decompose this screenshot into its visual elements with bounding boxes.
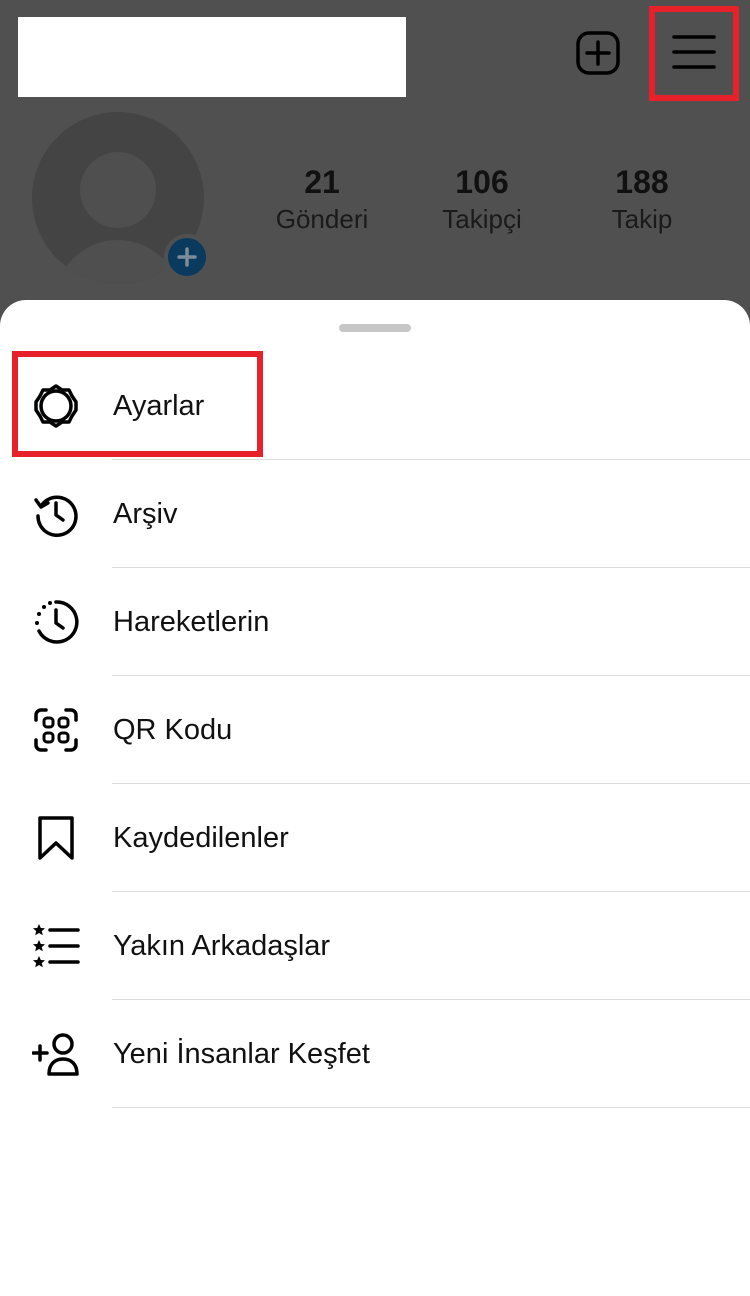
bookmark-icon — [32, 814, 80, 862]
archive-history-icon — [32, 490, 80, 538]
stat-following[interactable]: 188 Takip — [572, 162, 712, 236]
close-friends-list-icon — [32, 922, 80, 970]
menu-item-archive[interactable]: Arşiv — [0, 460, 750, 568]
stat-following-value: 188 — [615, 164, 669, 200]
add-story-button[interactable] — [164, 234, 210, 280]
highlight-frame-menu — [649, 6, 739, 101]
menu-item-label: Hareketlerin — [113, 606, 270, 638]
stat-posts-value: 21 — [304, 164, 340, 200]
avatar-body-shape — [54, 240, 182, 284]
stat-followers-value: 106 — [455, 164, 509, 200]
highlight-frame-settings — [12, 351, 263, 457]
stat-posts[interactable]: 21 Gönderi — [252, 162, 392, 236]
plus-square-icon — [576, 31, 620, 75]
avatar-head-shape — [80, 152, 156, 228]
stat-followers-label: Takipçi — [442, 204, 522, 234]
plus-icon — [177, 247, 197, 267]
stat-following-label: Takip — [611, 204, 673, 234]
menu-item-saved[interactable]: Kaydedilenler — [0, 784, 750, 892]
menu-item-discover-people[interactable]: Yeni İnsanlar Keşfet — [0, 1000, 750, 1108]
menu-item-label: Kaydedilenler — [113, 822, 289, 854]
menu-item-label: Yakın Arkadaşlar — [113, 930, 331, 962]
new-post-button[interactable] — [572, 27, 624, 79]
menu-item-label: QR Kodu — [113, 714, 233, 746]
menu-item-qr-code[interactable]: QR Kodu — [0, 676, 750, 784]
menu-item-activity[interactable]: Hareketlerin — [0, 568, 750, 676]
username-redacted-box — [18, 17, 406, 97]
stat-posts-label: Gönderi — [275, 204, 369, 234]
profile-header-dimmed: 21 Gönderi 106 Takipçi 188 Takip — [0, 0, 750, 330]
stat-followers[interactable]: 106 Takipçi — [412, 162, 552, 236]
add-person-icon — [32, 1030, 80, 1078]
menu-item-label: Yeni İnsanlar Keşfet — [113, 1038, 370, 1070]
sheet-drag-handle[interactable] — [339, 324, 411, 332]
menu-item-label: Arşiv — [113, 498, 178, 530]
activity-clock-icon — [32, 598, 80, 646]
qr-code-icon — [32, 706, 80, 754]
menu-item-close-friends[interactable]: Yakın Arkadaşlar — [0, 892, 750, 1000]
divider — [112, 1107, 750, 1108]
